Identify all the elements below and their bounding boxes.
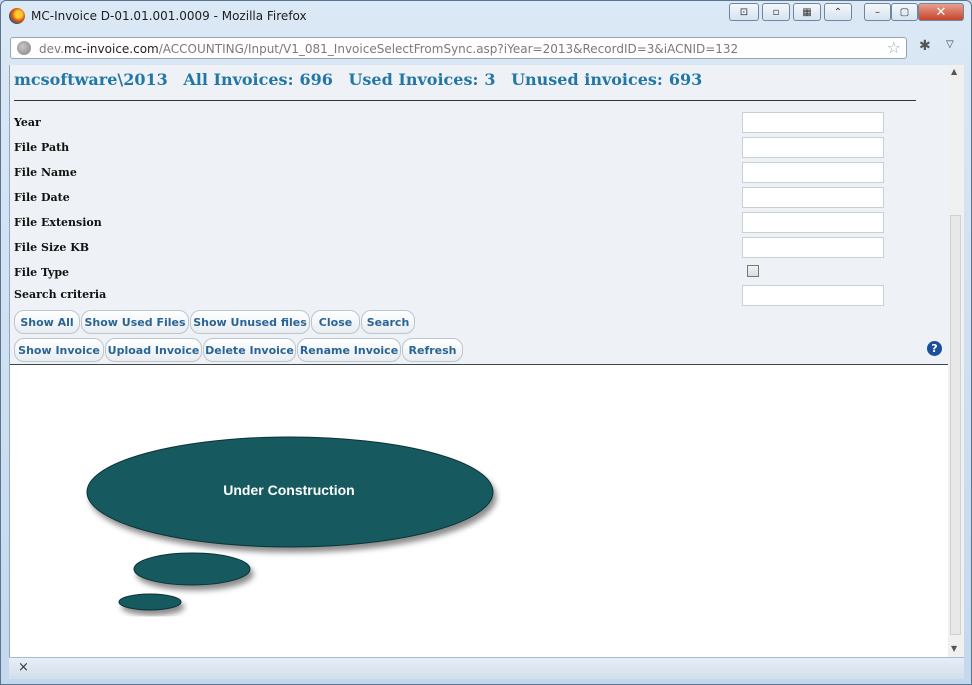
scroll-down-arrow-icon[interactable]: ▼ (951, 644, 957, 653)
invoice-summary-header: mcsoftware\2013 All Invoices: 696 Used In… (14, 70, 712, 89)
scroll-up-arrow-icon[interactable]: ▲ (951, 67, 957, 76)
vertical-scrollbar[interactable]: ▲ ▼ (948, 65, 964, 657)
invoice-form-panel: mcsoftware\2013 All Invoices: 696 Used In… (10, 65, 949, 365)
close-button[interactable]: Close (311, 310, 360, 334)
pin-icon[interactable]: ⊡ (729, 3, 759, 21)
company-year: mcsoftware\2013 (14, 70, 168, 89)
file-name-input[interactable] (742, 162, 884, 183)
help-icon[interactable]: ? (927, 341, 942, 356)
used-invoices-count: 3 (484, 70, 496, 89)
scroll-up-icon[interactable]: ⌃ (824, 3, 852, 21)
url-text[interactable]: dev.mc-invoice.com/ACCOUNTING/Input/V1_0… (39, 42, 738, 56)
file-size-label: File Size KB (14, 241, 90, 254)
title-bar: MC-Invoice D-01.01.001.0009 - Mozilla Fi… (1, 1, 971, 33)
file-date-input[interactable] (742, 187, 884, 208)
page-content: mcsoftware\2013 All Invoices: 696 Used In… (9, 65, 949, 657)
address-bar[interactable]: dev.mc-invoice.com/ACCOUNTING/Input/V1_0… (10, 37, 907, 59)
globe-icon (17, 41, 31, 55)
header-divider (14, 100, 916, 101)
extension-icon[interactable]: ✱ (919, 38, 931, 54)
theme-icon[interactable]: ▦ (793, 3, 821, 21)
file-extension-label: File Extension (14, 216, 102, 229)
all-invoices-label: All Invoices: (183, 70, 294, 89)
menu-dropdown-icon[interactable]: ▽ (946, 39, 954, 50)
search-criteria-label: Search criteria (14, 288, 107, 301)
file-type-checkbox[interactable] (747, 265, 759, 277)
window-title: MC-Invoice D-01.01.001.0009 - Mozilla Fi… (31, 9, 307, 23)
show-unused-files-button[interactable]: Show Unused files (190, 310, 310, 334)
bookmark-star-icon[interactable]: ☆ (887, 38, 901, 57)
year-input[interactable] (742, 112, 884, 133)
file-path-input[interactable] (742, 137, 884, 158)
show-all-button[interactable]: Show All (14, 310, 80, 334)
rename-invoice-button[interactable]: Rename Invoice (297, 338, 401, 362)
navigation-bar: dev.mc-invoice.com/ACCOUNTING/Input/V1_0… (1, 33, 971, 63)
speech-bubble-medium (133, 552, 251, 586)
search-button[interactable]: Search (361, 310, 415, 334)
minimize-button[interactable]: – (864, 3, 891, 21)
speech-bubble-small (118, 593, 182, 611)
unused-invoices-label: Unused invoices: (511, 70, 663, 89)
show-invoice-button[interactable]: Show Invoice (14, 338, 104, 362)
file-name-label: File Name (14, 166, 77, 179)
file-path-label: File Path (14, 141, 70, 154)
upload-invoice-button[interactable]: Upload Invoice (105, 338, 202, 362)
file-date-label: File Date (14, 191, 70, 204)
close-status-icon[interactable]: × (18, 660, 29, 675)
under-construction-graphic: Under Construction (86, 436, 494, 611)
under-construction-text: Under Construction (223, 482, 354, 498)
close-window-button[interactable]: ✕ (918, 3, 964, 21)
show-used-files-button[interactable]: Show Used Files (81, 310, 189, 334)
unused-invoices-count: 693 (668, 70, 703, 89)
file-size-input[interactable] (742, 237, 884, 258)
status-bar: × (9, 657, 964, 679)
search-criteria-input[interactable] (742, 285, 884, 306)
browser-window: MC-Invoice D-01.01.001.0009 - Mozilla Fi… (0, 0, 972, 685)
file-type-label: File Type (14, 266, 70, 279)
used-invoices-label: Used Invoices: (348, 70, 479, 89)
all-invoices-count: 696 (299, 70, 333, 89)
file-extension-input[interactable] (742, 212, 884, 233)
delete-invoice-button[interactable]: Delete Invoice (203, 338, 296, 362)
scroll-thumb[interactable] (950, 215, 961, 635)
firefox-icon (9, 8, 25, 24)
restore-small-icon[interactable]: ▫ (762, 3, 790, 21)
maximize-button[interactable]: ▢ (891, 3, 918, 21)
year-label: Year (14, 116, 41, 129)
refresh-button[interactable]: Refresh (402, 338, 463, 362)
